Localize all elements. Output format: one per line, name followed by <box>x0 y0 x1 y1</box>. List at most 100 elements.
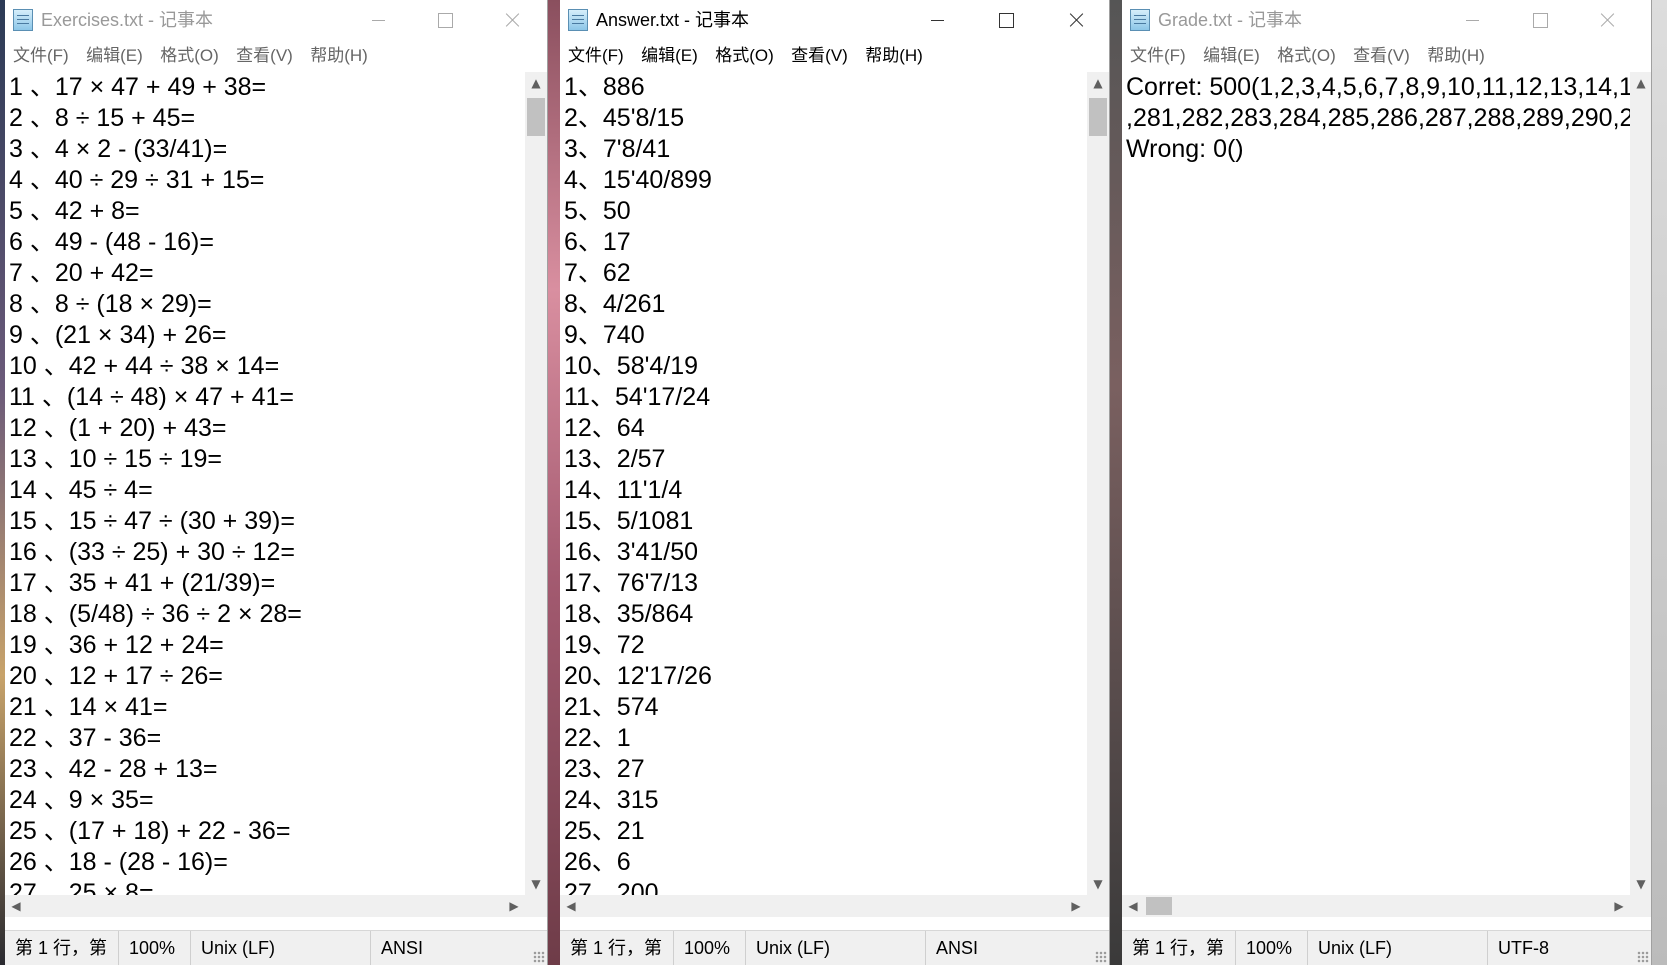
close-button[interactable] <box>1049 0 1105 40</box>
menu-file[interactable]: 文件(F) <box>1126 40 1190 72</box>
text-editor[interactable]: Corret: 500(1,2,3,4,5,6,7,8,9,10,11,12,1… <box>1122 72 1630 895</box>
status-line-ending: Unix (LF) <box>190 931 370 965</box>
text-line: 4 、40 ÷ 29 ÷ 31 + 15= <box>9 166 265 194</box>
menu-file[interactable]: 文件(F) <box>564 40 628 72</box>
vertical-scroll-thumb[interactable] <box>1089 98 1107 136</box>
title-bar[interactable]: Answer.txt - 记事本 <box>560 0 1109 40</box>
horizontal-scroll-thumb[interactable] <box>1146 897 1172 915</box>
text-line: 9、740 <box>564 321 645 349</box>
text-line: 26 、18 - (28 - 16)= <box>9 848 228 876</box>
text-line: 14 、45 ÷ 4= <box>9 476 153 504</box>
status-bar: 第 1 行，第 100% Unix (LF) ANSI <box>560 930 1109 965</box>
maximize-button[interactable] <box>417 0 473 40</box>
text-line: 15、5/1081 <box>564 507 694 535</box>
window-title: Grade.txt - 记事本 <box>1158 10 1303 30</box>
menu-help[interactable]: 帮助(H) <box>861 40 927 72</box>
text-line: 4、15'40/899 <box>564 166 712 194</box>
window-title: Answer.txt - 记事本 <box>596 10 750 30</box>
menu-edit[interactable]: 编辑(E) <box>637 40 702 72</box>
text-editor[interactable]: 1、886 2、45'8/15 3、7'8/41 4、15'40/899 5、5… <box>560 72 1085 895</box>
vertical-scroll-thumb[interactable] <box>527 98 545 136</box>
menu-format[interactable]: 格式(O) <box>156 40 223 72</box>
menu-format[interactable]: 格式(O) <box>711 40 778 72</box>
resize-grip[interactable] <box>1637 951 1649 963</box>
text-line: 9 、(21 × 34) + 26= <box>9 321 227 349</box>
scroll-right-icon[interactable]: ▶ <box>1065 895 1087 917</box>
text-line: 3、7'8/41 <box>564 135 671 163</box>
text-line: 5、50 <box>564 197 631 225</box>
desktop-background-right <box>1652 0 1667 965</box>
notepad-window-answer[interactable]: Answer.txt - 记事本 文件(F) 编辑(E) 格式(O) 查看(V)… <box>560 0 1110 965</box>
text-line: 10 、42 + 44 ÷ 38 × 14= <box>9 352 280 380</box>
close-button[interactable] <box>1580 0 1636 40</box>
notepad-window-exercises[interactable]: Exercises.txt - 记事本 文件(F) 编辑(E) 格式(O) 查看… <box>5 0 548 965</box>
menu-file[interactable]: 文件(F) <box>9 40 73 72</box>
text-line: 23 、42 - 28 + 13= <box>9 755 218 783</box>
horizontal-scrollbar[interactable]: ◀ ▶ <box>560 895 1087 917</box>
horizontal-scrollbar[interactable]: ◀ ▶ <box>1122 895 1630 917</box>
scroll-right-icon[interactable]: ▶ <box>503 895 525 917</box>
text-line: 25、21 <box>564 817 645 845</box>
text-line: 13、2/57 <box>564 445 666 473</box>
menu-bar: 文件(F) 编辑(E) 格式(O) 查看(V) 帮助(H) <box>1122 40 1651 72</box>
text-line: 6 、49 - (48 - 16)= <box>9 228 214 256</box>
status-encoding: ANSI <box>370 931 530 965</box>
text-line: 19 、36 + 12 + 24= <box>9 631 224 659</box>
resize-grip[interactable] <box>533 951 545 963</box>
resize-grip[interactable] <box>1095 951 1107 963</box>
menu-edit[interactable]: 编辑(E) <box>82 40 147 72</box>
scroll-right-icon[interactable]: ▶ <box>1608 895 1630 917</box>
menu-view[interactable]: 查看(V) <box>1349 40 1414 72</box>
text-line: 5 、42 + 8= <box>9 197 140 225</box>
text-line: 17 、35 + 41 + (21/39)= <box>9 569 276 597</box>
text-line: 12 、(1 + 20) + 43= <box>9 414 227 442</box>
minimize-button[interactable] <box>350 0 406 40</box>
scroll-left-icon[interactable]: ◀ <box>560 895 582 917</box>
title-bar[interactable]: Exercises.txt - 记事本 <box>5 0 547 40</box>
menu-format[interactable]: 格式(O) <box>1273 40 1340 72</box>
text-line: 7、62 <box>564 259 631 287</box>
notepad-icon <box>13 9 33 31</box>
scroll-left-icon[interactable]: ◀ <box>1122 895 1144 917</box>
scroll-down-icon[interactable]: ▼ <box>525 873 547 895</box>
maximize-button[interactable] <box>1512 0 1568 40</box>
scroll-down-icon[interactable]: ▼ <box>1087 873 1109 895</box>
text-line: 12、64 <box>564 414 645 442</box>
horizontal-scrollbar[interactable]: ◀ ▶ <box>5 895 525 917</box>
text-line: 22 、37 - 36= <box>9 724 162 752</box>
vertical-scrollbar[interactable]: ▲ ▼ <box>525 72 547 895</box>
text-line: 1、886 <box>564 73 645 101</box>
maximize-button[interactable] <box>978 0 1034 40</box>
menu-help[interactable]: 帮助(H) <box>306 40 372 72</box>
text-line: 1 、17 × 47 + 49 + 38= <box>9 73 267 101</box>
status-encoding: UTF-8 <box>1487 931 1637 965</box>
text-line: 2 、8 ÷ 15 + 45= <box>9 104 196 132</box>
notepad-window-grade[interactable]: Grade.txt - 记事本 文件(F) 编辑(E) 格式(O) 查看(V) … <box>1122 0 1652 965</box>
text-line: 13 、10 ÷ 15 ÷ 19= <box>9 445 223 473</box>
text-line: 15 、15 ÷ 47 ÷ (30 + 39)= <box>9 507 295 535</box>
status-zoom: 100% <box>1235 931 1307 965</box>
text-line: 2、45'8/15 <box>564 104 685 132</box>
text-line: 24、315 <box>564 786 659 814</box>
scroll-left-icon[interactable]: ◀ <box>5 895 27 917</box>
close-button[interactable] <box>485 0 541 40</box>
menu-help[interactable]: 帮助(H) <box>1423 40 1489 72</box>
scroll-up-icon[interactable]: ▲ <box>1630 72 1651 94</box>
scroll-up-icon[interactable]: ▲ <box>525 72 547 94</box>
scroll-down-icon[interactable]: ▼ <box>1630 873 1651 895</box>
minimize-button[interactable] <box>1444 0 1500 40</box>
vertical-scrollbar[interactable]: ▲ ▼ <box>1087 72 1109 895</box>
menu-view[interactable]: 查看(V) <box>787 40 852 72</box>
vertical-scrollbar[interactable]: ▲ ▼ <box>1630 72 1651 895</box>
text-line: 17、76'7/13 <box>564 569 699 597</box>
text-line: 24 、9 × 35= <box>9 786 154 814</box>
scrollbar-corner <box>1630 895 1651 917</box>
title-bar[interactable]: Grade.txt - 记事本 <box>1122 0 1651 40</box>
text-editor[interactable]: 1 、17 × 47 + 49 + 38= 2 、8 ÷ 15 + 45= 3 … <box>5 72 521 895</box>
scrollbar-corner <box>525 895 547 917</box>
menu-edit[interactable]: 编辑(E) <box>1199 40 1264 72</box>
menu-view[interactable]: 查看(V) <box>232 40 297 72</box>
status-cursor-position: 第 1 行，第 <box>15 938 108 958</box>
minimize-button[interactable] <box>909 0 965 40</box>
scroll-up-icon[interactable]: ▲ <box>1087 72 1109 94</box>
